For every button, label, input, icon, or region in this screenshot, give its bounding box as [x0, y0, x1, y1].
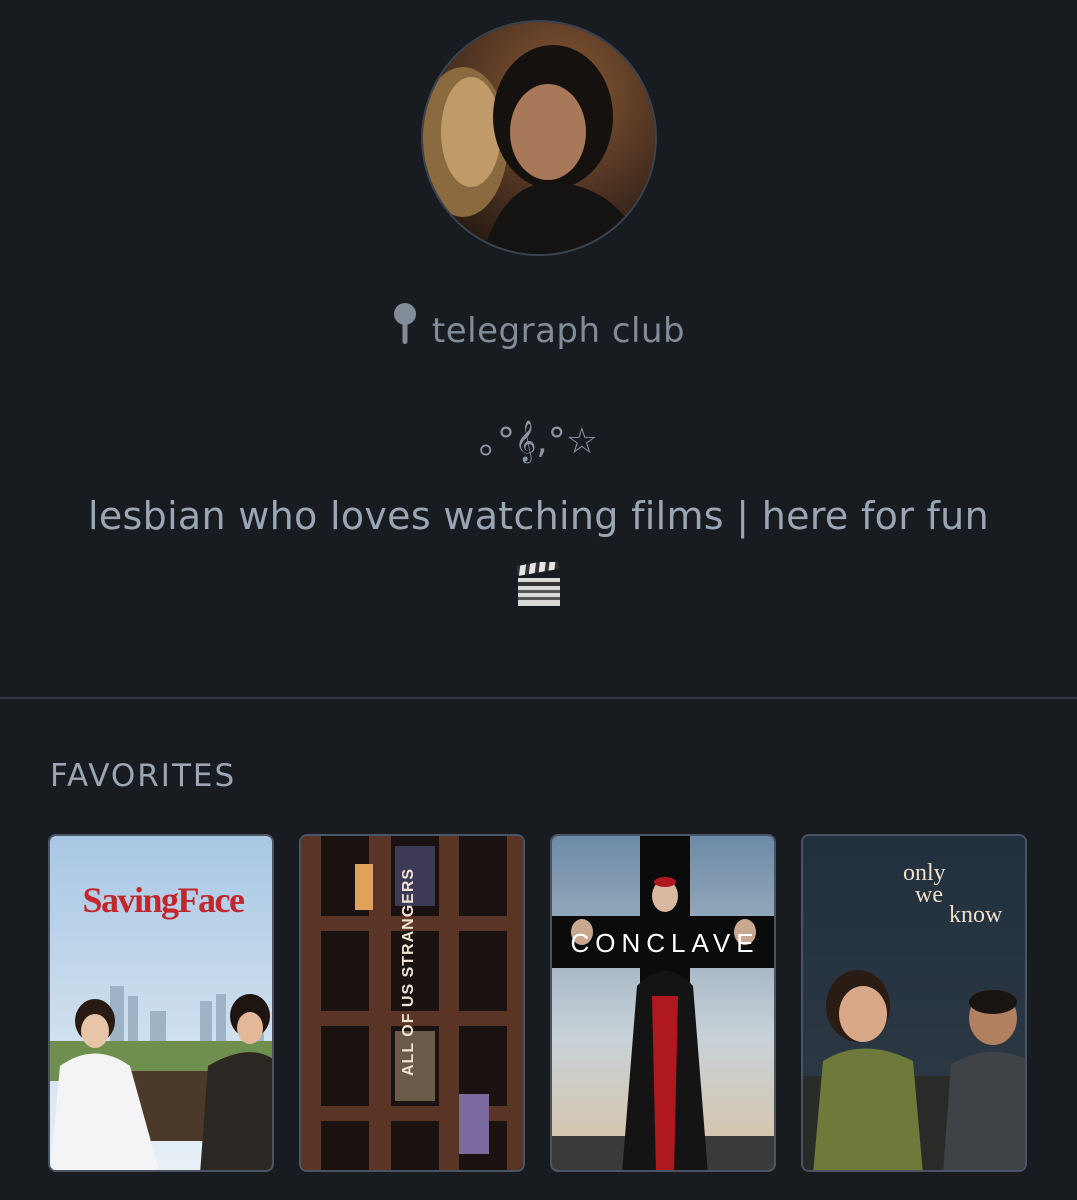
favorite-poster-all-of-us-strangers[interactable]: ALL OF US STRANGERS [299, 834, 525, 1172]
bio-decoration: ｡°𝄞,°☆ [479, 421, 598, 462]
poster-title-line2: we [915, 882, 943, 908]
profile-location: telegraph club [0, 303, 1077, 355]
poster-title-saving-face: SavingFace [83, 880, 246, 920]
avatar[interactable] [421, 20, 657, 256]
location-pin-icon [392, 302, 418, 355]
bio-text: lesbian who loves watching films | here … [88, 494, 989, 538]
avatar-image [423, 22, 655, 254]
poster-title-all-of-us-strangers: ALL OF US STRANGERS [400, 868, 417, 1076]
clapper-board-icon [516, 558, 562, 612]
section-divider [0, 697, 1077, 699]
favorite-poster-saving-face[interactable]: SavingFace [48, 834, 274, 1172]
poster-title-conclave: CONCLAVE [570, 928, 759, 958]
favorite-poster-conclave[interactable]: CONCLAVE [550, 834, 776, 1172]
location-label: telegraph club [431, 311, 686, 351]
favorite-poster-only-we-know[interactable]: only we know [801, 834, 1027, 1172]
favorites-heading: FAVORITES [50, 758, 237, 794]
poster-title-line3: know [949, 902, 1003, 928]
